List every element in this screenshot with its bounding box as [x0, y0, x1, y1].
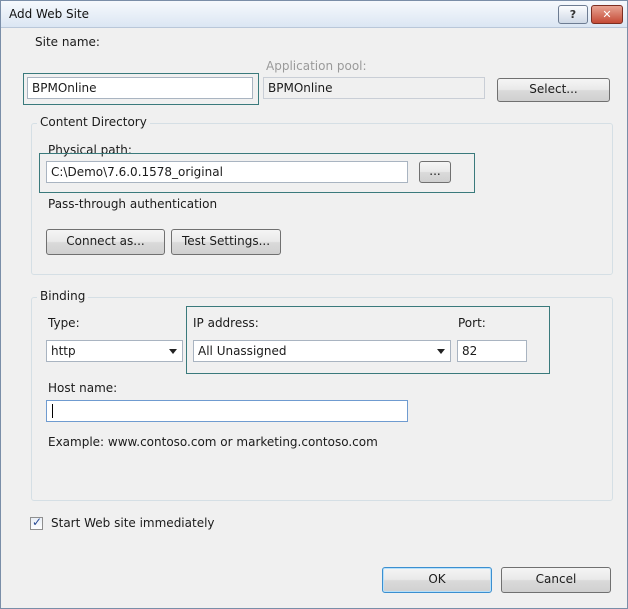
cancel-button[interactable]: Cancel — [501, 567, 611, 593]
start-website-checkbox[interactable]: ✓ — [30, 515, 43, 530]
binding-title: Binding — [37, 289, 89, 303]
help-button[interactable]: ? — [558, 5, 588, 24]
ip-address-value: All Unassigned — [198, 344, 287, 358]
type-select[interactable]: http — [46, 340, 183, 362]
connect-as-button[interactable]: Connect as... — [46, 229, 165, 255]
physical-path-input[interactable]: C:\Demo\7.6.0.1578_original — [46, 161, 408, 183]
host-name-input[interactable] — [46, 400, 408, 422]
chevron-down-icon — [437, 349, 445, 354]
site-name-input[interactable]: BPMOnline — [27, 77, 253, 99]
ip-address-label: IP address: — [193, 316, 259, 330]
title-bar: Add Web Site ? ✕ — [1, 1, 627, 28]
test-settings-button[interactable]: Test Settings... — [171, 229, 281, 255]
host-name-label: Host name: — [48, 381, 118, 395]
port-input[interactable]: 82 — [457, 340, 527, 362]
browse-button[interactable]: ... — [419, 161, 451, 183]
text-caret — [52, 404, 53, 418]
add-web-site-dialog: Add Web Site ? ✕ Site name: BPMOnline Ap… — [0, 0, 628, 609]
close-button[interactable]: ✕ — [591, 5, 623, 24]
dialog-title: Add Web Site — [9, 7, 90, 21]
checkmark-icon: ✓ — [32, 515, 43, 529]
select-button[interactable]: Select... — [497, 78, 610, 102]
example-text: Example: www.contoso.com or marketing.co… — [48, 435, 378, 449]
application-pool-label: Application pool: — [266, 59, 367, 73]
content-directory-title: Content Directory — [37, 115, 150, 129]
type-value: http — [51, 344, 76, 358]
start-website-label: Start Web site immediately — [51, 516, 215, 530]
application-pool-field: BPMOnline — [263, 77, 485, 99]
type-label: Type: — [48, 316, 80, 330]
ip-address-select[interactable]: All Unassigned — [193, 340, 451, 362]
port-label: Port: — [458, 316, 486, 330]
site-name-label: Site name: — [35, 35, 100, 49]
ok-button[interactable]: OK — [382, 567, 492, 593]
chevron-down-icon — [169, 349, 177, 354]
pass-through-auth-label: Pass-through authentication — [48, 197, 218, 211]
